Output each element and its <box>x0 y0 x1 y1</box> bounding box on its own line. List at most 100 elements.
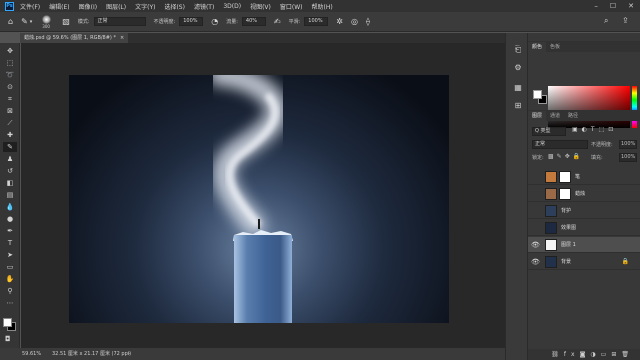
healing-brush-tool-icon[interactable]: ✚ <box>3 130 17 140</box>
lock-position-icon[interactable]: ✥ <box>565 153 573 160</box>
foreground-color-swatch[interactable] <box>3 318 12 327</box>
tab-paths[interactable]: 路径 <box>564 111 582 121</box>
layer-row[interactable]: 笔 <box>528 169 640 185</box>
shape-filter-icon[interactable]: ⬚ <box>599 126 609 133</box>
type-tool-icon[interactable]: T <box>3 238 17 248</box>
visibility-eye-icon[interactable] <box>531 224 539 232</box>
adjustment-layer-icon[interactable]: ◑ <box>590 351 600 358</box>
brush-tool-icon[interactable]: ✎ <box>3 142 17 152</box>
maximize-button[interactable]: ☐ <box>610 2 616 10</box>
type-filter-icon[interactable]: T <box>591 126 599 133</box>
quick-select-tool-icon[interactable]: ⊙ <box>3 82 17 92</box>
home-icon[interactable]: ⌂ <box>8 17 13 26</box>
menu-type[interactable]: 文字(Y) <box>135 2 155 11</box>
pressure-opacity-icon[interactable]: ◔ <box>211 17 218 26</box>
layer-thumbnail[interactable] <box>545 188 557 200</box>
layer-filter-select[interactable]: Q 类型 <box>532 127 566 136</box>
pixel-filter-icon[interactable]: ▣ <box>572 126 582 133</box>
smooth-field[interactable]: 100% <box>304 17 329 26</box>
brush-preset-picker[interactable]: 300 <box>40 14 54 29</box>
visibility-eye-icon[interactable]: 👁 <box>531 241 540 249</box>
adjustments-panel-icon[interactable]: ⊞ <box>512 101 524 111</box>
layer-name[interactable]: 背护 <box>561 203 571 219</box>
new-layer-icon[interactable]: ⊞ <box>611 351 621 358</box>
layer-mask-thumbnail[interactable] <box>559 188 571 200</box>
delete-layer-icon[interactable]: 🗑 <box>621 351 634 358</box>
share-icon[interactable]: ⇪ <box>622 16 629 25</box>
layer-name[interactable]: 笔 <box>575 169 580 185</box>
menu-select[interactable]: 选择(S) <box>164 2 185 11</box>
brush-settings-panel-icon[interactable]: ⚙ <box>512 63 524 73</box>
zoom-level[interactable]: 59.61% <box>22 348 41 360</box>
frame-tool-icon[interactable]: ⊠ <box>3 106 17 116</box>
path-selection-tool-icon[interactable]: ➤ <box>3 250 17 260</box>
tab-swatches[interactable]: 色板 <box>546 42 564 52</box>
layer-row[interactable]: 效果图 <box>528 220 640 236</box>
layer-thumbnail[interactable] <box>545 222 557 234</box>
layer-row[interactable]: 👁 图层 1 <box>528 237 640 253</box>
document-tab[interactable]: 蜡烛.psd @ 59.6% (图层 1, RGB/8#) * × <box>20 33 129 43</box>
history-brush-tool-icon[interactable]: ↺ <box>3 166 17 176</box>
menu-file[interactable]: 文件(F) <box>20 2 40 11</box>
blur-tool-icon[interactable]: 💧 <box>3 202 17 212</box>
layer-mask-thumbnail[interactable] <box>559 171 571 183</box>
pressure-size-icon[interactable]: ◎ <box>351 17 358 26</box>
marquee-tool-icon[interactable]: ⬚ <box>3 58 17 68</box>
color-picker-field[interactable] <box>548 86 630 128</box>
link-layers-icon[interactable]: ⛓ <box>551 351 564 358</box>
move-tool-icon[interactable]: ✥ <box>3 46 17 56</box>
menu-view[interactable]: 视图(V) <box>250 2 271 11</box>
new-group-icon[interactable]: ▭ <box>601 351 612 358</box>
menu-3d[interactable]: 3D(D) <box>223 3 241 10</box>
menu-help[interactable]: 帮助(H) <box>312 2 333 11</box>
color-panel-foreground-swatch[interactable] <box>533 90 542 99</box>
clone-stamp-tool-icon[interactable]: ♟ <box>3 154 17 164</box>
eraser-tool-icon[interactable]: ◧ <box>3 178 17 188</box>
zoom-tool-icon[interactable]: ⚲ <box>3 286 17 296</box>
visibility-eye-icon[interactable] <box>531 190 539 198</box>
layer-row[interactable]: 👁 背景 🔒 <box>528 254 640 270</box>
quick-mask-icon[interactable]: ◘ <box>5 335 11 343</box>
chevron-down-icon[interactable]: ▾ <box>30 19 33 25</box>
document-canvas[interactable] <box>69 75 449 323</box>
visibility-eye-icon[interactable] <box>531 207 539 215</box>
tab-color[interactable]: 颜色 <box>528 42 547 52</box>
smoothing-options-icon[interactable]: ✲ <box>336 17 343 26</box>
brush-tool-icon[interactable]: ✎ <box>21 17 28 26</box>
layer-thumbnail[interactable] <box>545 256 557 268</box>
crop-tool-icon[interactable]: ⌗ <box>3 94 17 104</box>
pen-tool-icon[interactable]: ✒ <box>3 226 17 236</box>
menu-edit[interactable]: 编辑(E) <box>49 2 69 11</box>
opacity-field[interactable]: 100% <box>179 17 204 26</box>
flow-field[interactable]: 40% <box>241 17 266 26</box>
add-mask-icon[interactable]: ◙ <box>580 351 591 358</box>
layer-thumbnail[interactable] <box>545 171 557 183</box>
layer-thumbnail[interactable] <box>545 205 557 217</box>
smart-filter-icon[interactable]: ⊡ <box>608 126 617 133</box>
rectangle-tool-icon[interactable]: ▭ <box>3 262 17 272</box>
lock-paint-icon[interactable]: ✎ <box>557 153 565 160</box>
brush-settings-icon[interactable]: ▧ <box>62 17 70 26</box>
airbrush-icon[interactable]: ✍ <box>274 17 281 26</box>
layer-name[interactable]: 效果图 <box>561 220 576 236</box>
layer-row[interactable]: 背护 <box>528 203 640 219</box>
layer-opacity-field[interactable]: 100% <box>619 140 637 149</box>
symmetry-icon[interactable]: ⟠ <box>366 17 370 26</box>
history-panel-icon[interactable]: ⎗ <box>512 45 524 55</box>
properties-panel-icon[interactable]: ▦ <box>512 83 524 93</box>
visibility-eye-icon[interactable] <box>531 173 539 181</box>
layer-name[interactable]: 背景 <box>561 254 571 270</box>
menu-filter[interactable]: 滤镜(T) <box>194 2 214 11</box>
lock-pixels-icon[interactable]: ▩ <box>548 153 557 160</box>
photoshop-logo[interactable]: Ps <box>5 1 14 11</box>
dodge-tool-icon[interactable]: ● <box>3 214 17 224</box>
blend-mode-select[interactable]: 正常 <box>532 140 588 149</box>
mode-select[interactable]: 正常 <box>93 17 146 26</box>
layer-name[interactable]: 蜡烛 <box>575 186 585 202</box>
visibility-eye-icon[interactable]: 👁 <box>531 258 540 266</box>
close-tab-icon[interactable]: × <box>120 35 124 41</box>
chevron-right-icon[interactable]: › <box>128 348 130 360</box>
menu-image[interactable]: 图像(I) <box>79 2 97 11</box>
hue-slider[interactable] <box>632 86 637 128</box>
adjustment-filter-icon[interactable]: ◐ <box>582 126 591 133</box>
